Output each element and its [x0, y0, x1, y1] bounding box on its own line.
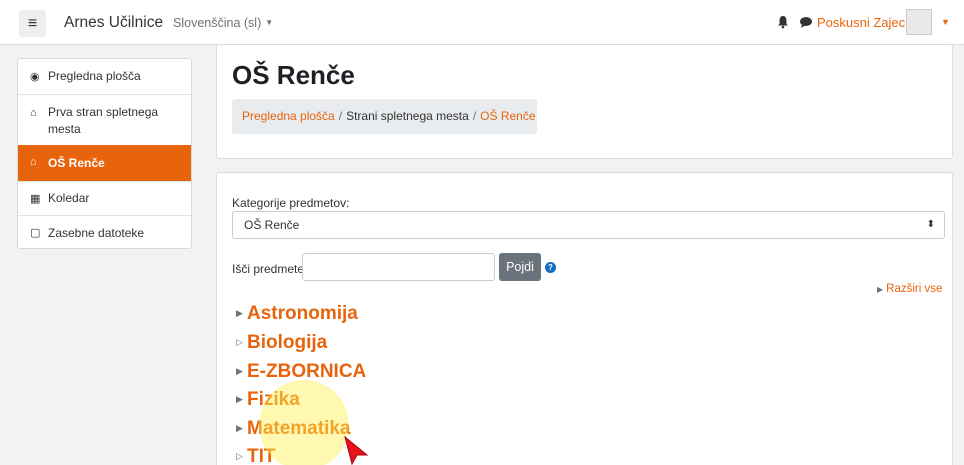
- triangle-right-icon: ▶: [236, 394, 243, 404]
- triangle-right-icon: ▶: [236, 423, 243, 433]
- search-courses-input[interactable]: [302, 253, 495, 281]
- triangle-right-outline-icon: ▷: [236, 337, 243, 347]
- sidebar-item-calendar[interactable]: ▦ Koledar: [18, 181, 191, 215]
- search-courses-label: Išči predmete: [232, 262, 305, 276]
- file-icon: ▢: [30, 227, 41, 239]
- category-select-label: Kategorije predmetov:: [232, 196, 350, 210]
- triangle-right-outline-icon: ▷: [236, 451, 243, 461]
- chat-icon[interactable]: [799, 15, 813, 29]
- breadcrumb: Pregledna plošča / Strani spletnega mesta /…: [232, 99, 537, 134]
- home-icon: ⌂: [30, 156, 37, 168]
- triangle-right-icon: ▶: [877, 285, 884, 294]
- sidebar-item-private-files[interactable]: ▢ Zasebne datoteke: [18, 215, 191, 248]
- course-category-label: E-ZBORNICA: [247, 361, 367, 382]
- sidebar-item-label: Koledar: [48, 191, 90, 205]
- sidebar-item-os-rence[interactable]: ⌂ OŠ Renče: [18, 145, 191, 181]
- bell-icon[interactable]: [776, 15, 790, 29]
- language-label: Slovenščina (sl): [173, 16, 262, 30]
- breadcrumb-link-dashboard[interactable]: Pregledna plošča: [242, 109, 335, 123]
- nav-drawer: ◉ Pregledna plošča ⌂ Prva stran spletneg…: [17, 58, 192, 249]
- home-icon: ⌂: [30, 107, 37, 119]
- category-select-value: OŠ Renče: [244, 218, 300, 232]
- breadcrumb-separator: /: [338, 109, 343, 123]
- expand-all-link[interactable]: ▶ Razširi vse: [877, 283, 942, 295]
- course-category-astronomija[interactable]: ▶ Astronomija: [236, 303, 358, 325]
- click-highlight: [259, 380, 349, 465]
- mouse-cursor-icon: [344, 435, 369, 465]
- select-arrows-icon: ⬍: [926, 219, 935, 230]
- chevron-down-icon[interactable]: ▼: [941, 17, 950, 27]
- course-category-label: Astronomija: [247, 303, 358, 324]
- triangle-right-icon: ▶: [236, 366, 243, 376]
- top-navbar: ≡ Arnes Učilnice Slovenščina (sl) ▼ Posku…: [0, 0, 964, 45]
- language-menu[interactable]: Slovenščina (sl) ▼: [173, 16, 273, 30]
- calendar-icon: ▦: [30, 193, 41, 205]
- dashboard-icon: ◉: [30, 71, 40, 83]
- breadcrumb-link-current[interactable]: OŠ Renče: [480, 109, 535, 123]
- user-name[interactable]: Poskusni Zajec: [817, 15, 905, 30]
- search-go-button[interactable]: Pojdi: [499, 253, 541, 281]
- sidebar-item-dashboard[interactable]: ◉ Pregledna plošča: [18, 59, 191, 94]
- hamburger-icon[interactable]: ≡: [19, 10, 46, 37]
- sidebar-item-label: Zasebne datoteke: [48, 226, 145, 240]
- page-title: OŠ Renče: [232, 60, 355, 90]
- sidebar-item-label: Prva stran spletnega mesta: [48, 105, 159, 136]
- sidebar-item-label: Pregledna plošča: [48, 69, 141, 83]
- expand-all-label: Razširi vse: [886, 283, 943, 295]
- triangle-right-icon: ▶: [236, 308, 243, 318]
- course-category-biologija[interactable]: ▷ Biologija: [236, 332, 327, 354]
- avatar[interactable]: [906, 9, 932, 35]
- chevron-down-icon: ▼: [265, 18, 274, 27]
- breadcrumb-separator: /: [472, 109, 477, 123]
- help-icon[interactable]: ?: [545, 262, 556, 273]
- sidebar-item-site-home[interactable]: ⌂ Prva stran spletnega mesta: [18, 94, 191, 145]
- category-select[interactable]: OŠ Renče ⬍: [232, 211, 945, 239]
- site-brand[interactable]: Arnes Učilnice: [64, 14, 163, 32]
- course-category-label: Biologija: [247, 332, 328, 353]
- breadcrumb-site-pages: Strani spletnega mesta: [346, 109, 469, 123]
- sidebar-item-label: OŠ Renče: [48, 156, 105, 170]
